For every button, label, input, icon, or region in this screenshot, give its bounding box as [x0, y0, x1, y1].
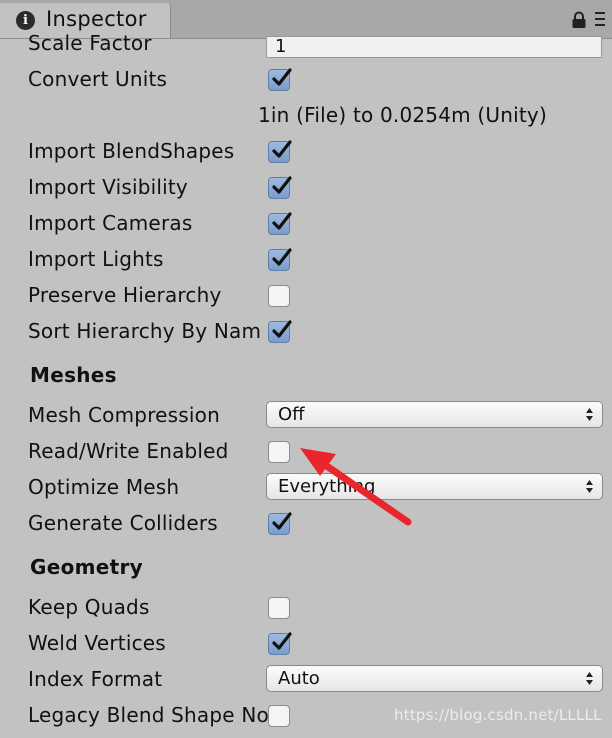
generate-colliders-label: Generate Colliders: [28, 511, 218, 535]
preserve-hierarchy-checkbox[interactable]: [268, 285, 290, 307]
watermark: https://blog.csdn.net/LLLLL: [394, 706, 602, 724]
keep-quads-label: Keep Quads: [28, 595, 150, 619]
legacy-blend-checkbox[interactable]: [268, 705, 290, 727]
optimize-mesh-label: Optimize Mesh: [28, 475, 180, 499]
import-lights-label: Import Lights: [28, 247, 164, 271]
context-menu-icon[interactable]: [595, 12, 605, 26]
import-visibility-label: Import Visibility: [28, 175, 188, 199]
weld-vertices-label: Weld Vertices: [28, 631, 166, 655]
geometry-header: Geometry: [30, 555, 143, 579]
preserve-hierarchy-label: Preserve Hierarchy: [28, 283, 222, 307]
index-format-dropdown[interactable]: Auto: [266, 665, 603, 692]
keep-quads-checkbox[interactable]: [268, 597, 290, 619]
index-format-value: Auto: [278, 668, 320, 689]
convert-units-label: Convert Units: [28, 67, 168, 91]
import-lights-checkbox[interactable]: [268, 248, 292, 271]
meshes-header: Meshes: [30, 363, 117, 387]
convert-units-note: 1in (File) to 0.0254m (Unity): [258, 103, 547, 127]
index-format-label: Index Format: [28, 667, 163, 691]
mesh-compression-dropdown[interactable]: Off: [266, 401, 603, 428]
read-write-checkbox[interactable]: [268, 441, 290, 463]
sort-hierarchy-label: Sort Hierarchy By Nam: [28, 319, 262, 343]
import-blendshapes-label: Import BlendShapes: [28, 139, 235, 163]
dropdown-arrows-icon: [586, 480, 593, 493]
convert-units-checkbox[interactable]: [268, 68, 292, 91]
read-write-label: Read/Write Enabled: [28, 439, 229, 463]
scale-factor-label: Scale Factor: [28, 31, 152, 55]
legacy-blend-label: Legacy Blend Shape No: [28, 703, 268, 727]
annotation-arrow: [300, 448, 412, 526]
lock-icon[interactable]: [570, 11, 588, 29]
import-visibility-checkbox[interactable]: [268, 176, 292, 199]
tab-title: Inspector: [46, 7, 147, 31]
mesh-compression-value: Off: [278, 404, 305, 425]
import-blendshapes-checkbox[interactable]: [268, 140, 292, 163]
import-cameras-checkbox[interactable]: [268, 212, 292, 235]
weld-vertices-checkbox[interactable]: [268, 632, 292, 655]
mesh-compression-label: Mesh Compression: [28, 403, 220, 427]
import-cameras-label: Import Cameras: [28, 211, 193, 235]
scale-factor-field[interactable]: 1: [266, 36, 602, 58]
dropdown-arrows-icon: [586, 672, 593, 685]
generate-colliders-checkbox[interactable]: [268, 512, 292, 535]
sort-hierarchy-checkbox[interactable]: [268, 320, 292, 343]
info-icon: i: [16, 11, 35, 30]
dropdown-arrows-icon: [586, 408, 593, 421]
